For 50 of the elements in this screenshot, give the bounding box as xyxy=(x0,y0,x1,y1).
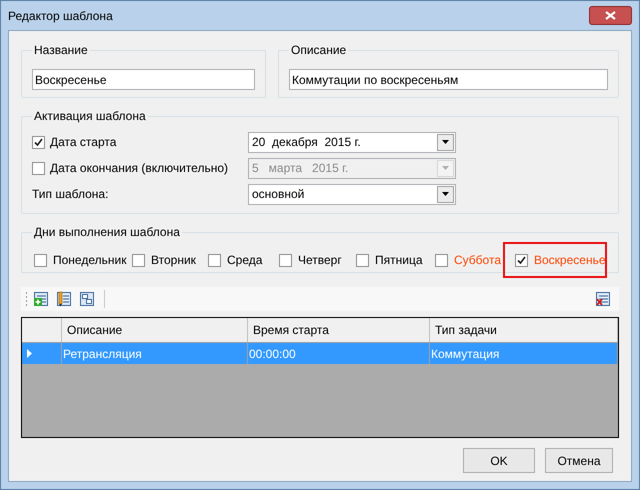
add-row-button[interactable] xyxy=(31,289,51,309)
grip-icon xyxy=(25,291,28,307)
checkbox[interactable] xyxy=(208,254,221,266)
close-button[interactable] xyxy=(589,6,632,25)
dropdown[interactable]: 20 декабря 2015 г. xyxy=(248,132,456,152)
delete-row-button[interactable] xyxy=(593,289,613,309)
caret-icon xyxy=(442,192,449,196)
day-label: Вторник xyxy=(151,252,196,269)
group-title: Дни выполнения шаблона xyxy=(33,224,181,241)
edit-list-icon xyxy=(56,291,72,307)
delete-row-icon xyxy=(595,291,611,307)
checkbox[interactable] xyxy=(435,254,448,266)
table-cell: Коммутация xyxy=(430,343,618,364)
day-label: Понедельник xyxy=(53,252,126,269)
checkbox[interactable] xyxy=(279,254,292,266)
column-header[interactable]: Время старта xyxy=(248,318,430,342)
window-title: Редактор шаблона xyxy=(8,8,113,24)
field-label: Дата старта xyxy=(50,134,116,151)
cancel-button[interactable]: Отмена xyxy=(545,448,613,473)
column-header[interactable]: Описание xyxy=(62,318,248,342)
checkbox[interactable] xyxy=(34,254,47,266)
table-cell: 00:00:00 xyxy=(248,343,430,364)
dropdown[interactable]: основной xyxy=(248,184,456,204)
checkbox[interactable] xyxy=(32,136,45,148)
day-label: Суббота xyxy=(454,252,501,269)
group-title: Активация шаблона xyxy=(33,108,147,125)
column-header[interactable]: Тип задачи xyxy=(430,318,618,342)
copy-row-button[interactable] xyxy=(77,289,97,309)
day-label: Четверг xyxy=(298,252,342,269)
day-label: Воскресенье xyxy=(534,252,606,269)
day-label: Пятница xyxy=(375,252,422,269)
caret-icon xyxy=(442,140,449,144)
field-label: Тип шаблона: xyxy=(32,186,108,203)
ok-button[interactable]: OK xyxy=(463,448,535,473)
windows-icon xyxy=(79,291,95,307)
edit-row-button[interactable] xyxy=(54,289,74,309)
add-row-icon xyxy=(33,291,49,307)
checkbox[interactable] xyxy=(356,254,369,266)
row-pointer-icon xyxy=(27,349,32,358)
group-title: Описание xyxy=(290,42,348,59)
text-field[interactable]: Коммутации по воскресеньям xyxy=(289,69,608,90)
group-title: Название xyxy=(33,42,89,59)
day-label: Среда xyxy=(227,252,262,269)
text-field[interactable]: Воскресенье xyxy=(32,69,255,90)
table-cell: Ретрансляция xyxy=(62,343,248,364)
close-icon xyxy=(605,11,616,20)
checkbox[interactable] xyxy=(132,254,145,266)
field-label: Дата окончания (включительно) xyxy=(50,160,228,177)
checkbox[interactable] xyxy=(515,254,528,266)
caret-icon xyxy=(442,166,449,170)
